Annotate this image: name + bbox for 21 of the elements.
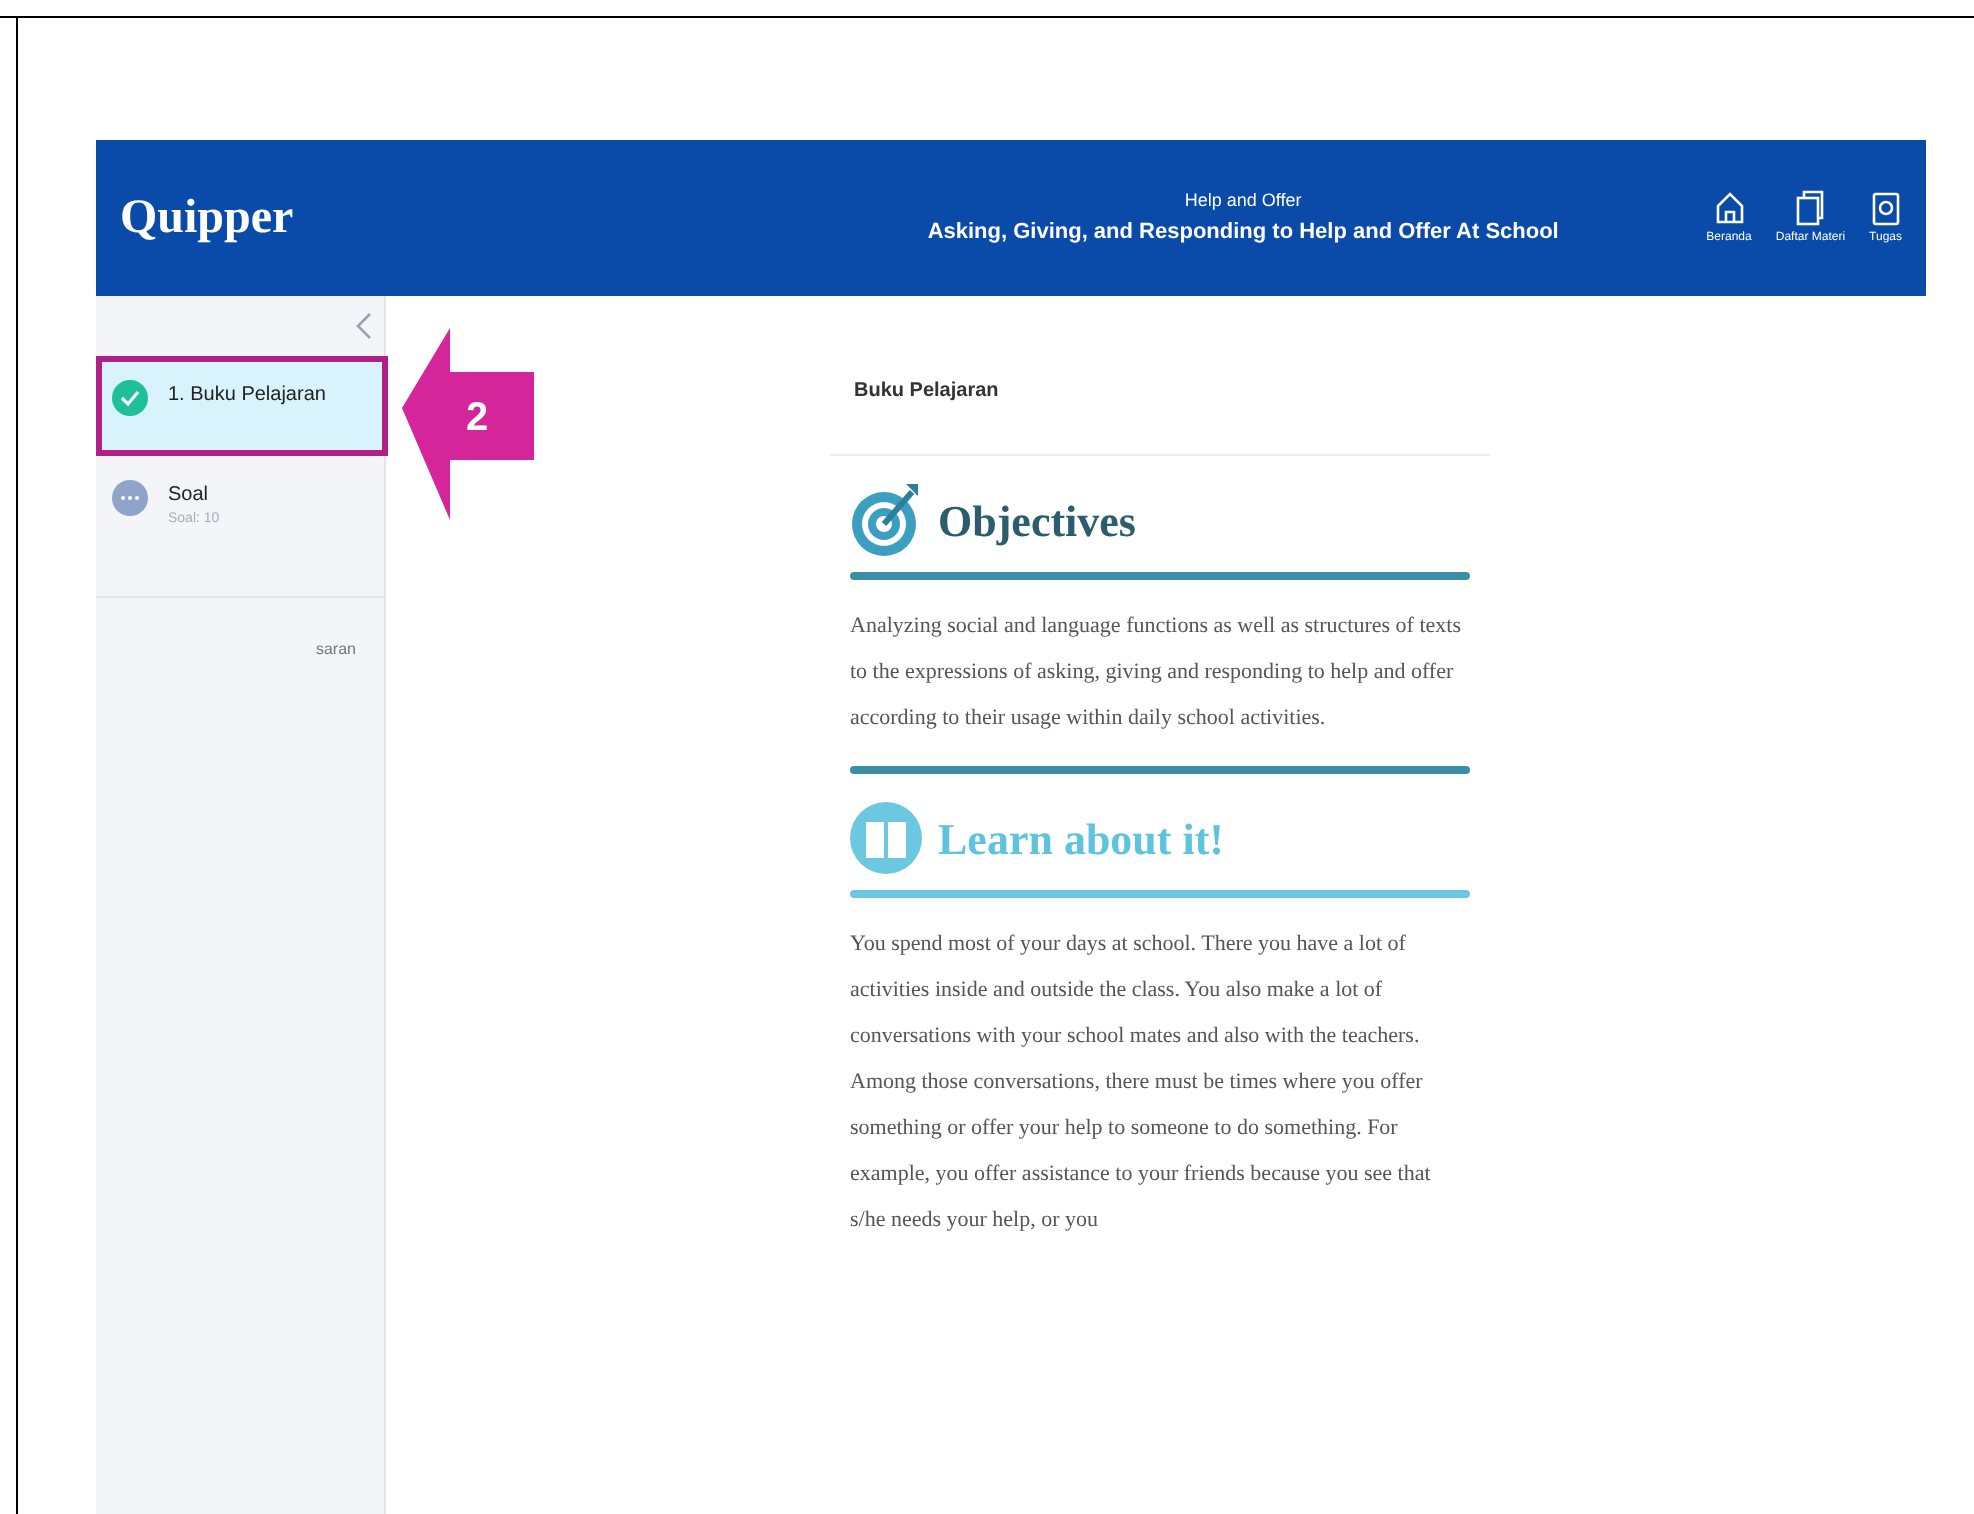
collapse-chevron-icon[interactable] <box>356 312 372 340</box>
lesson-title: Soal <box>168 482 211 510</box>
home-icon <box>1713 189 1746 225</box>
documents-icon <box>1794 189 1827 225</box>
section-title: Learn about it! <box>938 811 1224 867</box>
lesson-title: Asking, Giving, and Responding to Help and Offer At School <box>927 217 1559 247</box>
lesson-item[interactable]: 1. Buku Pelajaran <box>96 356 384 456</box>
lesson-title: 1. Buku Pelajaran <box>168 382 326 410</box>
section-paragraph: Analyzing social and language functions as well as structures of texts to the expressions of asking, giving and responding to help and offer according to their usage within daily school activities. <box>848 612 1463 734</box>
check-circle-icon <box>112 380 148 416</box>
section-paragraph: You spend most of your days at school. There you have a lot of activities inside and outside the class. You also make a lot of conversations with your school mates and also with the teachers. Among those conversations, there must be times where you offer something or offer your help to someone to do something. For example, you offer assistance to your friends because you see that s/he needs your help, or you <box>848 930 1433 1236</box>
page-heading: Buku Pelajaran <box>830 296 1490 456</box>
target-icon <box>850 480 922 560</box>
feedback-link[interactable]: saran <box>315 638 356 662</box>
logo[interactable]: Quipper <box>120 182 780 254</box>
lesson-subtitle: Help and Offer <box>1184 188 1302 214</box>
clipboard-icon <box>1869 189 1902 225</box>
callout-number: 2 <box>466 394 489 444</box>
book-icon <box>850 798 922 878</box>
dots-circle-icon <box>112 480 148 516</box>
section-title: Objectives <box>938 493 1136 550</box>
